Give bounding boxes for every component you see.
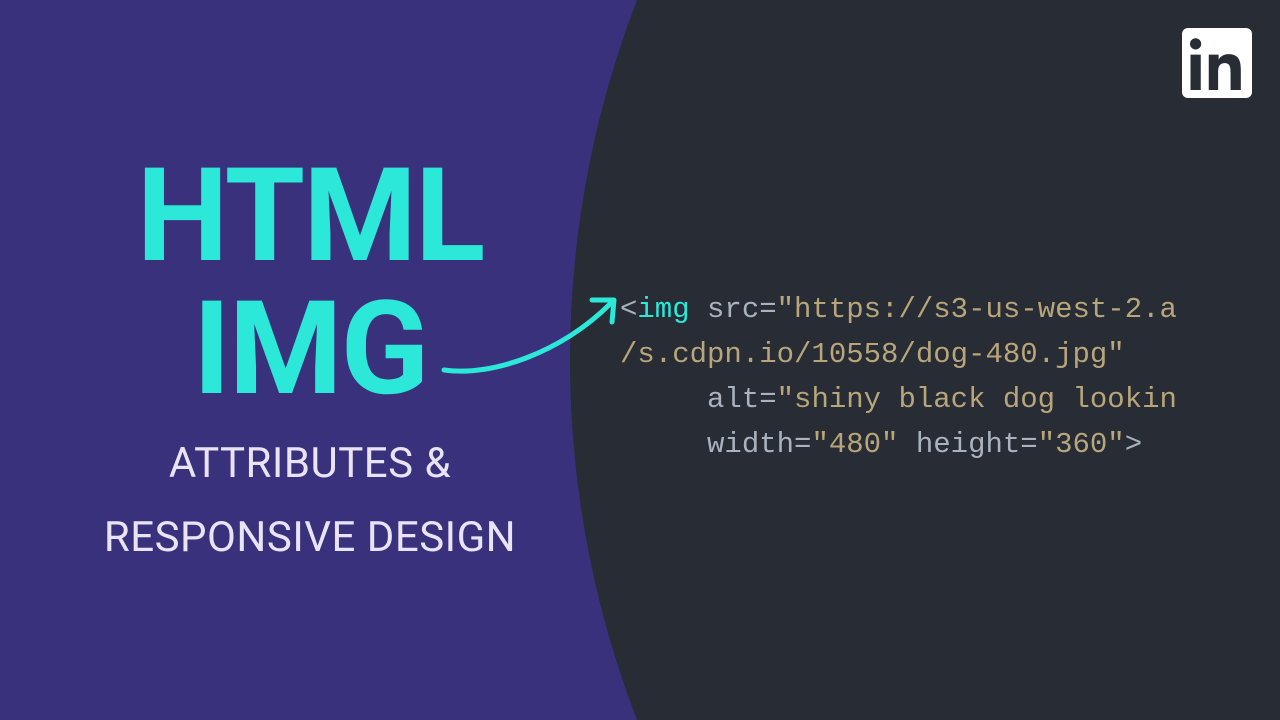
code-val-width: "480" (811, 428, 898, 461)
linkedin-icon (1182, 28, 1252, 98)
code-attr-alt: alt (707, 383, 759, 416)
code-attr-width: width (707, 428, 794, 461)
subtitle-line-2: RESPONSIVE DESIGN (80, 513, 540, 563)
code-attr-src: src (707, 293, 759, 326)
code-attr-height: height (916, 428, 1020, 461)
code-val-src2: /s.cdpn.io/10558/dog-480.jpg" (620, 338, 1125, 371)
subtitle-line-1: ATTRIBUTES & (80, 439, 540, 489)
slide-stage: HTML IMG ATTRIBUTES & RESPONSIVE DESIGN … (0, 0, 1280, 720)
code-snippet: <img src="https://s3-us-west-2.a /s.cdpn… (620, 288, 1280, 468)
code-val-height: "360" (1038, 428, 1125, 461)
title-line-1: HTML (80, 150, 540, 283)
code-val-alt: "shiny black dog lookin (777, 383, 1177, 416)
title-block: HTML IMG ATTRIBUTES & RESPONSIVE DESIGN (80, 150, 540, 562)
code-tag-name: img (637, 293, 689, 326)
code-val-src1: "https://s3-us-west-2.a (777, 293, 1177, 326)
title-line-2: IMG (80, 283, 540, 416)
